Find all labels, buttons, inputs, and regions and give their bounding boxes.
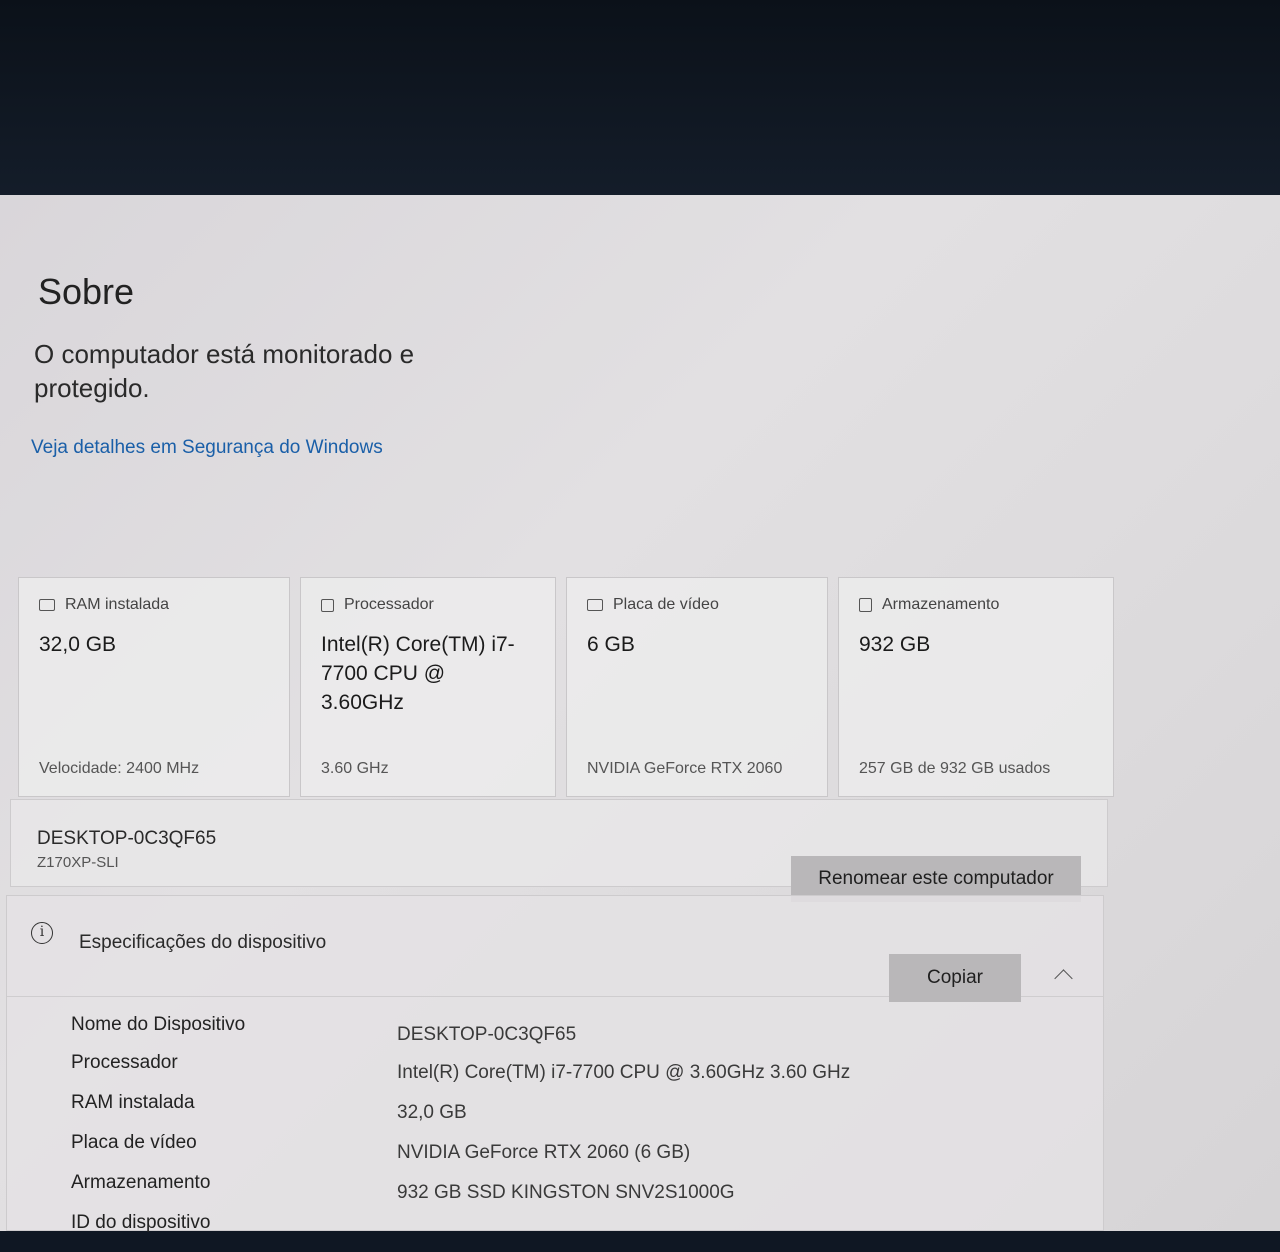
card-processor: Processador Intel(R) Core(TM) i7-7700 CP… xyxy=(300,577,556,797)
device-model: Z170XP-SLI xyxy=(37,854,119,871)
copy-button[interactable]: Copiar xyxy=(889,954,1021,1002)
device-specifications-title: Especificações do dispositivo xyxy=(79,932,327,953)
spec-label: Processador xyxy=(71,1052,178,1073)
page-title: Sobre xyxy=(38,271,135,312)
spec-row-device-id: ID do dispositivo xyxy=(7,1212,1103,1252)
chevron-up-icon[interactable] xyxy=(1054,969,1073,988)
storage-icon xyxy=(859,598,872,612)
card-storage-label: Armazenamento xyxy=(882,596,1000,613)
spec-value: DESKTOP-0C3QF65 xyxy=(397,1024,577,1045)
spec-row-processor: Processador Intel(R) Core(TM) i7-7700 CP… xyxy=(7,1052,1103,1092)
spec-value: Intel(R) Core(TM) i7-7700 CPU @ 3.60GHz … xyxy=(397,1062,851,1083)
card-ram-value: 32,0 GB xyxy=(39,633,117,656)
card-gpu-footer: NVIDIA GeForce RTX 2060 xyxy=(587,760,783,777)
card-gpu-value: 6 GB xyxy=(587,633,635,656)
spec-value: 932 GB SSD KINGSTON SNV2S1000G xyxy=(397,1182,735,1203)
card-ram-label: RAM instalada xyxy=(65,596,170,613)
card-ram: RAM instalada 32,0 GB Velocidade: 2400 M… xyxy=(18,577,290,797)
device-name-section: DESKTOP-0C3QF65 Z170XP-SLI Renomear este… xyxy=(10,799,1108,902)
spec-label: Armazenamento xyxy=(71,1172,211,1193)
card-storage-value: 932 GB xyxy=(859,633,931,656)
spec-row-storage: Armazenamento 932 GB SSD KINGSTON SNV2S1… xyxy=(7,1172,1103,1212)
windows-security-link[interactable]: Veja detalhes em Segurança do Windows xyxy=(31,437,383,459)
spec-value: NVIDIA GeForce RTX 2060 (6 GB) xyxy=(397,1142,691,1163)
card-gpu: Placa de vídeo 6 GB NVIDIA GeForce RTX 2… xyxy=(566,577,828,797)
security-status-text: O computador está monitorado e protegido… xyxy=(34,339,415,403)
card-processor-value: Intel(R) Core(TM) i7-7700 CPU @ 3.60GHz xyxy=(321,633,515,714)
card-ram-footer: Velocidade: 2400 MHz xyxy=(39,760,200,777)
card-processor-label: Processador xyxy=(344,596,434,613)
info-icon: i xyxy=(31,922,53,944)
ram-icon xyxy=(39,599,55,611)
settings-window: Sobre O computador está monitorado e pro… xyxy=(0,195,1280,1233)
spec-row-ram: RAM instalada 32,0 GB xyxy=(7,1092,1103,1132)
card-gpu-label: Placa de vídeo xyxy=(613,596,719,613)
spec-row-device-name: Nome do Dispositivo DESKTOP-0C3QF65 xyxy=(7,1014,1103,1054)
processor-icon xyxy=(321,598,334,612)
card-processor-footer: 3.60 GHz xyxy=(321,760,389,777)
gpu-icon xyxy=(587,599,603,611)
screen-top-bezel xyxy=(0,0,1280,200)
spec-label: Placa de vídeo xyxy=(71,1132,197,1153)
spec-label: Nome do Dispositivo xyxy=(71,1014,246,1035)
spec-row-gpu: Placa de vídeo NVIDIA GeForce RTX 2060 (… xyxy=(7,1132,1103,1172)
device-name: DESKTOP-0C3QF65 xyxy=(37,828,217,849)
spec-label: RAM instalada xyxy=(71,1092,195,1113)
spec-value: 32,0 GB xyxy=(397,1102,467,1123)
device-specifications-header[interactable]: i Especificações do dispositivo Copiar xyxy=(7,896,1103,1002)
card-storage: Armazenamento 932 GB 257 GB de 932 GB us… xyxy=(838,577,1114,797)
device-specifications-panel: i Especificações do dispositivo Copiar N… xyxy=(6,895,1104,1233)
card-storage-footer: 257 GB de 932 GB usados xyxy=(859,760,1051,777)
